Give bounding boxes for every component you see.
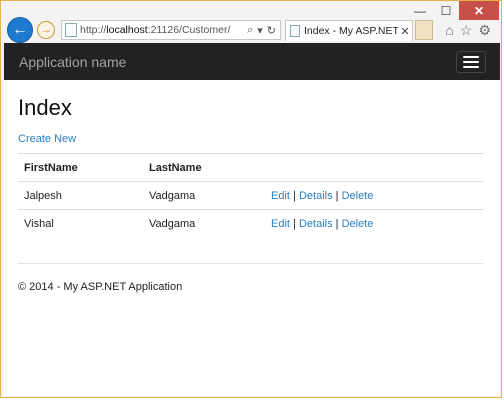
forward-button[interactable]: →: [37, 21, 55, 39]
action-separator: |: [335, 189, 339, 202]
tab-page-icon: [290, 25, 300, 37]
hamburger-bar: [463, 55, 479, 58]
dropdown-icon[interactable]: ▾: [257, 24, 263, 37]
details-link[interactable]: Details: [299, 218, 333, 230]
column-header-actions: [265, 153, 484, 182]
home-icon[interactable]: ⌂: [445, 22, 453, 39]
customer-table: FirstName LastName Jalpesh Vadgama Edit …: [18, 153, 484, 237]
url-scheme: http://: [80, 24, 107, 36]
address-url[interactable]: http://localhost:21126/Customer/: [80, 24, 247, 36]
edit-link[interactable]: Edit: [271, 218, 290, 230]
column-header-lastname: LastName: [143, 153, 265, 182]
url-path: :21126/Customer/: [147, 24, 231, 36]
browser-toolbar: ← → http://localhost:21126/Customer/ ⌕ ▾…: [1, 17, 501, 43]
cell-actions: Edit | Details | Delete: [265, 209, 484, 237]
page-icon: [65, 23, 77, 37]
column-header-firstname: FirstName: [18, 153, 143, 182]
new-tab-button[interactable]: [415, 20, 433, 40]
main-content: Index Create New FirstName LastName Jalp…: [4, 95, 500, 293]
browser-tool-icons: ⌂ ☆ ⚙: [445, 22, 491, 39]
footer-text: © 2014 - My ASP.NET Application: [18, 281, 183, 293]
address-bar-icons: ⌕ ▾ ↻: [247, 24, 280, 37]
back-button[interactable]: ←: [7, 17, 33, 43]
page-viewport: Application name Index Create New FirstN…: [4, 43, 500, 396]
navbar: Application name: [4, 43, 500, 80]
back-arrow-icon: ←: [12, 21, 28, 38]
search-icon[interactable]: ⌕: [247, 24, 253, 37]
action-separator: |: [335, 217, 339, 230]
browser-window: — ☐ ✕ ← → http://localhost:21126/Custome…: [0, 0, 502, 398]
cell-lastname: Vadgama: [143, 209, 265, 237]
cell-firstname: Jalpesh: [18, 181, 143, 210]
table-row: Jalpesh Vadgama Edit | Details | Delete: [18, 181, 484, 210]
favorites-star-icon[interactable]: ☆: [460, 22, 473, 39]
table-row: Vishal Vadgama Edit | Details | Delete: [18, 209, 484, 237]
create-new-link[interactable]: Create New: [18, 133, 76, 145]
tab-close-icon[interactable]: ✕: [398, 25, 412, 38]
address-bar[interactable]: http://localhost:21126/Customer/ ⌕ ▾ ↻: [61, 20, 281, 40]
tab-title: Index - My ASP.NET A...: [304, 25, 398, 37]
cell-actions: Edit | Details | Delete: [265, 181, 484, 210]
tab-index[interactable]: Index - My ASP.NET A... ✕: [285, 20, 413, 41]
cell-lastname: Vadgama: [143, 181, 265, 210]
cell-firstname: Vishal: [18, 209, 143, 237]
page-title: Index: [18, 95, 72, 120]
settings-gear-icon[interactable]: ⚙: [478, 22, 491, 39]
delete-link[interactable]: Delete: [342, 218, 374, 230]
action-separator: |: [293, 189, 296, 202]
navbar-brand[interactable]: Application name: [19, 54, 126, 70]
details-link[interactable]: Details: [299, 190, 333, 202]
menu-toggle-button[interactable]: [456, 50, 486, 73]
footer-divider: [18, 263, 484, 264]
table-header-row: FirstName LastName: [18, 153, 484, 182]
hamburger-bar: [463, 65, 479, 68]
url-host: localhost: [106, 24, 148, 36]
edit-link[interactable]: Edit: [271, 190, 290, 202]
hamburger-bar: [463, 60, 479, 63]
refresh-icon[interactable]: ↻: [267, 24, 276, 37]
delete-link[interactable]: Delete: [342, 190, 374, 202]
action-separator: |: [293, 217, 296, 230]
forward-arrow-icon: →: [40, 24, 52, 36]
